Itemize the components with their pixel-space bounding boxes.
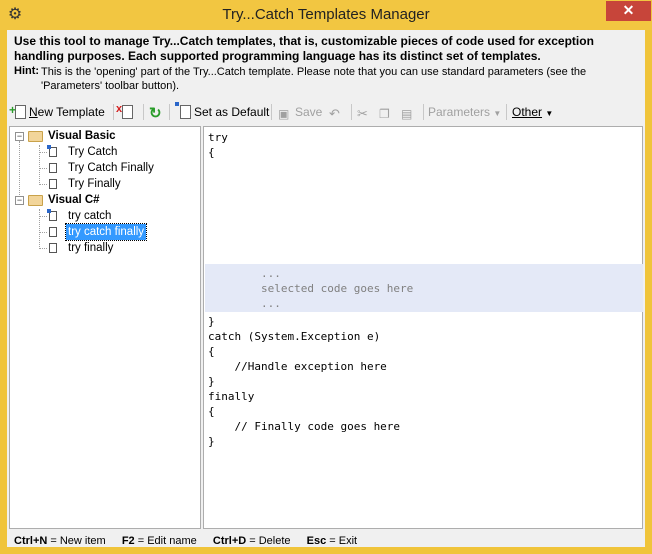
template-icon bbox=[49, 163, 57, 173]
window-title: Try...Catch Templates Manager bbox=[222, 6, 430, 23]
undo-icon: ↶ bbox=[329, 106, 340, 121]
save-icon: ▣ bbox=[278, 107, 290, 121]
shortcut-desc: = Delete bbox=[246, 535, 291, 547]
toolbar-separator bbox=[351, 104, 352, 120]
refresh-icon: ↻ bbox=[149, 105, 162, 122]
new-template-label: ew Template bbox=[37, 105, 105, 119]
description-text: Use this tool to manage Try...Catch temp… bbox=[14, 34, 594, 63]
tree-connector bbox=[39, 145, 40, 185]
collapse-toggle[interactable]: − bbox=[15, 196, 24, 205]
tree-connector bbox=[39, 209, 40, 249]
code-line: } bbox=[208, 315, 215, 328]
default-template-icon bbox=[47, 145, 57, 157]
cut-button[interactable]: ✂ bbox=[357, 100, 374, 124]
toolbar-separator bbox=[423, 104, 424, 120]
code-line: //Handle exception here bbox=[208, 360, 387, 373]
code-line: try bbox=[208, 131, 228, 144]
shortcut-key: Ctrl+D bbox=[212, 535, 247, 547]
delete-template-button[interactable] bbox=[116, 97, 136, 124]
toolbar-separator bbox=[506, 104, 507, 120]
code-line: // Finally code goes here bbox=[208, 420, 401, 433]
code-line: selected code goes here bbox=[208, 282, 414, 295]
status-bar: Ctrl+N = New item F2 = Edit name Ctrl+D … bbox=[14, 533, 357, 549]
template-tree[interactable]: − Visual Basic Try Catch Try Catch Final… bbox=[9, 126, 201, 529]
tree-connector bbox=[39, 152, 47, 153]
parameters-label: Parameters bbox=[428, 105, 491, 119]
tree-item[interactable]: Try Catch bbox=[68, 144, 117, 160]
code-line: catch (System.Exception e) bbox=[208, 330, 381, 343]
parameters-button[interactable]: Parameters ▼ bbox=[428, 100, 501, 124]
hint-text: This is the 'opening' part of the Try...… bbox=[41, 66, 587, 92]
copy-button[interactable]: ❐ bbox=[379, 100, 396, 124]
cut-icon: ✂ bbox=[357, 106, 368, 121]
folder-icon bbox=[28, 131, 43, 142]
toolbar: New Template ↻ Set as Default ▣ Save ↶ bbox=[7, 97, 645, 124]
paste-button[interactable]: ▤ bbox=[401, 100, 418, 124]
tree-connector bbox=[19, 141, 20, 199]
template-icon bbox=[49, 179, 57, 189]
collapse-toggle[interactable]: − bbox=[15, 132, 24, 141]
toolbar-separator bbox=[169, 104, 170, 120]
other-menu-button[interactable]: Other ▼ bbox=[512, 100, 553, 124]
delete-document-icon bbox=[116, 97, 133, 121]
new-document-icon bbox=[9, 98, 26, 122]
save-button[interactable]: ▣ Save bbox=[278, 100, 322, 124]
code-editor[interactable]: try { ... selected code goes here ... } … bbox=[203, 126, 643, 529]
shortcut-desc: = New item bbox=[47, 535, 106, 547]
shortcut-key: Ctrl+N bbox=[14, 535, 48, 547]
set-as-default-label: Set as Default bbox=[194, 105, 270, 119]
code-line: { bbox=[208, 405, 215, 418]
tree-connector bbox=[39, 216, 47, 217]
toolbar-separator bbox=[143, 104, 144, 120]
refresh-button[interactable]: ↻ bbox=[149, 100, 166, 124]
chevron-down-icon: ▼ bbox=[493, 109, 502, 118]
code-line: finally bbox=[208, 390, 255, 403]
shortcut-desc: = Exit bbox=[326, 535, 358, 547]
template-icon bbox=[49, 243, 57, 253]
default-template-icon bbox=[47, 209, 57, 221]
paste-icon: ▤ bbox=[401, 107, 413, 121]
tree-item[interactable]: try catch bbox=[68, 208, 111, 224]
tree-item[interactable]: try finally bbox=[68, 240, 113, 256]
folder-icon bbox=[28, 195, 43, 206]
code-line: { bbox=[208, 146, 215, 159]
tree-group-visual-csharp[interactable]: Visual C# bbox=[48, 192, 100, 208]
client-area: Use this tool to manage Try...Catch temp… bbox=[7, 30, 645, 547]
tree-group-visual-basic[interactable]: Visual Basic bbox=[48, 128, 116, 144]
code-line: } bbox=[208, 375, 215, 388]
code-line: ... bbox=[208, 297, 281, 310]
tree-item-selected[interactable]: try catch finally bbox=[64, 223, 148, 241]
default-document-icon bbox=[175, 102, 191, 119]
code-line: ... bbox=[208, 267, 281, 280]
tree-item[interactable]: Try Finally bbox=[68, 176, 121, 192]
shortcut-key: Esc bbox=[306, 535, 327, 547]
set-as-default-button[interactable]: Set as Default bbox=[175, 100, 270, 124]
save-label: Save bbox=[295, 105, 323, 119]
chevron-down-icon: ▼ bbox=[545, 109, 554, 118]
toolbar-separator bbox=[271, 104, 272, 120]
shortcut-desc: = Edit name bbox=[134, 535, 197, 547]
new-template-mnemonic: N bbox=[29, 105, 38, 119]
new-template-button[interactable]: New Template bbox=[9, 98, 105, 124]
template-icon bbox=[49, 227, 57, 237]
app-window: ⚙ Try...Catch Templates Manager ✕ Use th… bbox=[0, 0, 652, 554]
toolbar-separator bbox=[113, 104, 114, 120]
tree-item[interactable]: Try Catch Finally bbox=[68, 160, 154, 176]
hint-label: Hint: bbox=[14, 65, 40, 77]
title-bar[interactable]: ⚙ Try...Catch Templates Manager ✕ bbox=[0, 0, 652, 30]
close-button[interactable]: ✕ bbox=[606, 1, 651, 21]
undo-button[interactable]: ↶ bbox=[329, 100, 346, 124]
code-line: } bbox=[208, 435, 215, 448]
tree-connector bbox=[39, 248, 47, 249]
tree-connector bbox=[39, 168, 47, 169]
tree-connector bbox=[39, 232, 47, 233]
tree-connector bbox=[39, 184, 47, 185]
shortcut-key: F2 bbox=[121, 535, 135, 547]
copy-icon: ❐ bbox=[379, 107, 390, 121]
other-label: Other bbox=[512, 105, 543, 119]
code-line: { bbox=[208, 345, 215, 358]
